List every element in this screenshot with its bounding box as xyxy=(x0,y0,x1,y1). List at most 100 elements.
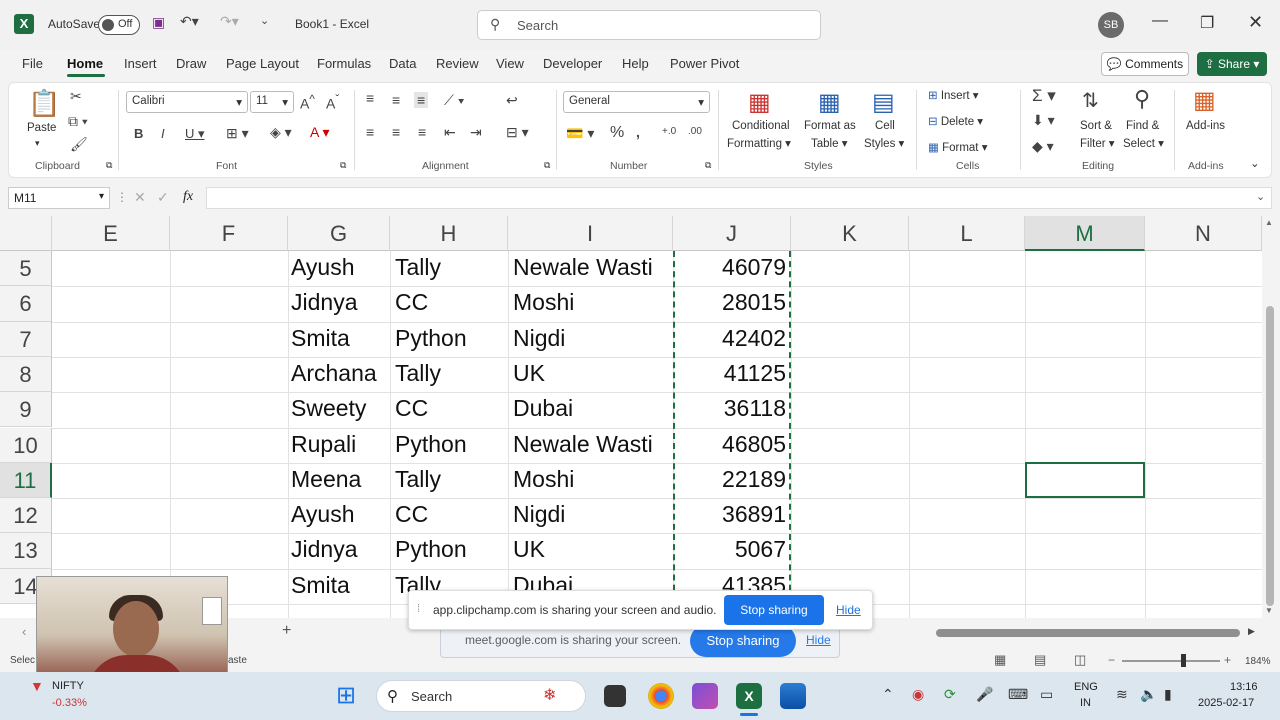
clipchamp-stop-sharing-button[interactable]: Stop sharing xyxy=(724,595,824,625)
table-cell[interactable]: Python xyxy=(395,431,505,458)
collapse-ribbon-icon[interactable]: ⌄ xyxy=(1250,156,1260,170)
decrease-font-icon[interactable]: Aˇ xyxy=(326,93,339,112)
table-cell[interactable]: Smita xyxy=(291,325,389,352)
formula-input[interactable] xyxy=(206,187,1272,209)
table-cell[interactable]: Tally xyxy=(395,254,505,281)
table-cell[interactable]: Dubai xyxy=(513,395,671,422)
formula-bar-menu-icon[interactable]: ⋮ xyxy=(116,190,128,204)
comma-style-icon[interactable]: , xyxy=(636,124,640,140)
fill-color-icon[interactable]: ◈ ▾ xyxy=(270,124,292,141)
horizontal-scroll-thumb[interactable] xyxy=(936,629,1240,637)
expand-formula-bar-icon[interactable]: ⌄ xyxy=(1256,190,1265,203)
row-header[interactable]: 13 xyxy=(0,533,52,569)
table-cell[interactable]: Ayush xyxy=(291,501,389,528)
underline-icon[interactable]: U ▾ xyxy=(185,126,205,142)
clear-icon[interactable]: ◆ ▾ xyxy=(1032,138,1054,155)
active-cell-m11[interactable] xyxy=(1025,462,1145,498)
cut-icon[interactable]: ✂ xyxy=(70,88,82,105)
column-header-n[interactable]: N xyxy=(1145,216,1262,251)
table-cell[interactable]: Python xyxy=(395,536,505,563)
zoom-level[interactable]: 184% xyxy=(1245,656,1271,667)
page-layout-view-icon[interactable]: ▤ xyxy=(1034,652,1046,668)
table-cell[interactable]: Ayush xyxy=(291,254,389,281)
autosum-icon[interactable]: Σ ▾ xyxy=(1032,86,1056,106)
table-cell[interactable]: Newale Wasti xyxy=(513,431,671,458)
tab-formulas[interactable]: Formulas xyxy=(317,56,371,71)
scroll-right-icon[interactable]: ▶ xyxy=(1248,626,1255,637)
language-region[interactable]: IN xyxy=(1080,697,1091,709)
row-header[interactable]: 9 xyxy=(0,392,52,428)
column-header-l[interactable]: L xyxy=(909,216,1025,251)
language-code[interactable]: ENG xyxy=(1074,681,1098,693)
stock-widget-icon[interactable]: ▼ xyxy=(30,678,44,694)
confirm-entry-icon[interactable]: ✓ xyxy=(157,189,169,206)
search-box[interactable]: ⚲ Search xyxy=(477,10,821,40)
copy-icon[interactable]: ⧉ ▾ xyxy=(68,113,88,130)
clipboard-launcher-icon[interactable]: ⧉ xyxy=(106,160,112,171)
find-select-icon[interactable]: ⚲ xyxy=(1134,86,1150,112)
merge-center-icon[interactable]: ⊟ ▾ xyxy=(506,124,529,141)
decrease-decimal-icon[interactable]: .00 xyxy=(688,126,702,137)
insert-cells-button[interactable]: ⊞ Insert ▾ xyxy=(928,88,979,102)
tab-review[interactable]: Review xyxy=(436,56,479,71)
wifi-icon[interactable]: ≋ xyxy=(1116,686,1128,703)
scroll-up-icon[interactable]: ▲ xyxy=(1265,218,1273,227)
sort-filter-icon[interactable]: ⇅ xyxy=(1082,88,1099,113)
paste-label[interactable]: Paste xyxy=(27,122,56,134)
format-as-table-icon[interactable]: ▦ xyxy=(818,88,841,117)
fill-icon[interactable]: ⬇ ▾ xyxy=(1032,112,1055,129)
format-cells-button[interactable]: ▦ Format ▾ xyxy=(928,140,987,154)
customize-toolbar-icon[interactable]: ⌄ xyxy=(260,14,269,27)
delete-cells-button[interactable]: ⊟ Delete ▾ xyxy=(928,114,983,128)
tray-app-icon-1[interactable]: ◉ xyxy=(912,686,924,703)
undo-icon[interactable]: ↶▾ xyxy=(180,13,199,30)
bold-icon[interactable]: B xyxy=(134,126,143,141)
table-cell[interactable]: Newale Wasti xyxy=(513,254,671,281)
insert-function-icon[interactable]: fx xyxy=(183,189,193,205)
paste-icon[interactable]: 📋 xyxy=(28,88,60,119)
autosave-toggle[interactable]: Off xyxy=(98,15,140,35)
chrome-icon[interactable] xyxy=(648,683,674,709)
meet-hide-link[interactable]: Hide xyxy=(806,633,831,647)
restore-icon[interactable]: ❐ xyxy=(1200,13,1214,33)
table-cell[interactable]: Jidnya xyxy=(291,289,389,316)
column-header-f[interactable]: F xyxy=(170,216,288,251)
cancel-entry-icon[interactable]: ✕ xyxy=(134,189,146,206)
table-cell[interactable]: Jidnya xyxy=(291,536,389,563)
zoom-slider-track[interactable] xyxy=(1122,660,1220,662)
close-icon[interactable]: ✕ xyxy=(1248,12,1263,33)
table-cell[interactable]: UK xyxy=(513,360,671,387)
align-middle-icon[interactable]: ≡ xyxy=(392,92,400,108)
page-break-view-icon[interactable]: ◫ xyxy=(1074,652,1086,668)
format-as-table-label-2[interactable]: Table ▾ xyxy=(811,136,847,150)
table-cell[interactable]: Sweety xyxy=(291,395,389,422)
tab-view[interactable]: View xyxy=(496,56,524,71)
share-button[interactable]: ⇪ Share ▾ xyxy=(1197,52,1267,76)
spreadsheet-grid[interactable]: E F G H I J K L M N 5 Ayush Tally Newale Wa… xyxy=(0,216,1262,618)
vertical-scroll-thumb[interactable] xyxy=(1266,306,1274,606)
battery-icon[interactable]: ▮ xyxy=(1164,686,1172,703)
wrap-text-icon[interactable]: ↩ xyxy=(506,92,518,109)
table-cell[interactable]: CC xyxy=(395,395,505,422)
cell-styles-icon[interactable]: ▤ xyxy=(872,88,895,117)
column-header-g[interactable]: G xyxy=(288,216,390,251)
add-sheet-button[interactable]: + xyxy=(282,622,291,640)
format-painter-icon[interactable]: 🖌 xyxy=(70,136,88,153)
tab-insert[interactable]: Insert xyxy=(124,56,157,71)
table-cell[interactable]: Smita xyxy=(291,572,389,599)
row-header[interactable]: 10 xyxy=(0,427,52,463)
column-header-j[interactable]: J xyxy=(673,216,791,251)
column-header-m[interactable]: M xyxy=(1025,216,1145,251)
cell-styles-label-2[interactable]: Styles ▾ xyxy=(864,136,904,150)
tab-developer[interactable]: Developer xyxy=(543,56,602,71)
row-header[interactable]: 12 xyxy=(0,498,52,534)
app-window-icon[interactable] xyxy=(780,683,806,709)
task-view-icon[interactable] xyxy=(604,685,626,707)
tab-data[interactable]: Data xyxy=(389,56,416,71)
keyboard-icon[interactable]: ⌨ xyxy=(1008,686,1028,703)
show-hidden-icons[interactable]: ⌃ xyxy=(882,686,894,703)
clipchamp-icon[interactable] xyxy=(692,683,718,709)
volume-icon[interactable]: 🔈 xyxy=(1140,686,1157,703)
cell-styles-label-1[interactable]: Cell xyxy=(875,120,895,132)
table-cell[interactable]: Nigdi xyxy=(513,501,671,528)
